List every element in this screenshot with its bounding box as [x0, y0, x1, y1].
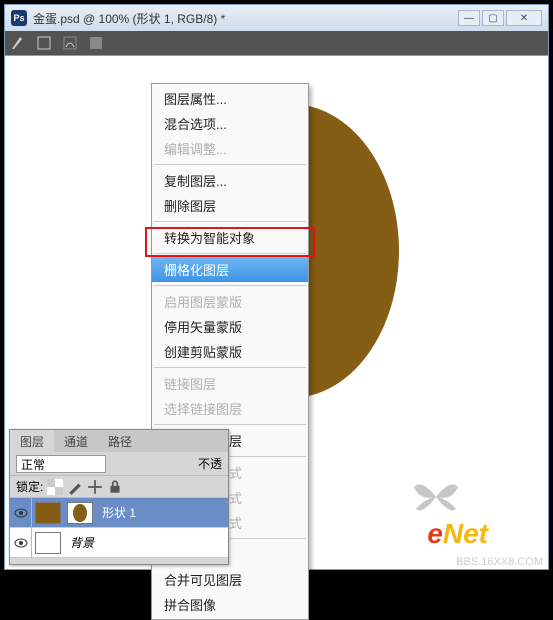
layer-name: 形状 1 [102, 504, 136, 521]
tab-paths[interactable]: 路径 [98, 430, 142, 452]
menu-rasterize-layer[interactable]: 栅格化图层 [152, 257, 308, 282]
menu-create-clipping-mask[interactable]: 创建剪贴蒙版 [152, 339, 308, 364]
menu-separator [154, 285, 306, 286]
paths-icon[interactable] [61, 34, 79, 52]
menu-convert-smart-object[interactable]: 转换为智能对象 [152, 225, 308, 250]
site-watermark: BBS.16XX8.COM [456, 556, 543, 568]
layer-thumb [35, 532, 61, 554]
menu-enable-layer-mask: 启用图层蒙版 [152, 289, 308, 314]
lock-position-icon[interactable] [87, 479, 103, 495]
layer-mask-thumb [67, 502, 93, 524]
visibility-icon[interactable] [10, 498, 32, 528]
lock-all-icon[interactable] [107, 479, 123, 495]
menu-separator [154, 367, 306, 368]
pen-tool-icon[interactable] [9, 34, 27, 52]
layer-color-thumb [35, 502, 61, 524]
menu-disable-vector-mask[interactable]: 停用矢量蒙版 [152, 314, 308, 339]
minimize-button[interactable]: — [458, 10, 480, 26]
lock-paint-icon[interactable] [67, 479, 83, 495]
close-button[interactable]: ✕ [506, 10, 542, 26]
fill-pixels-icon[interactable] [87, 34, 105, 52]
app-icon: Ps [11, 10, 27, 26]
menu-separator [154, 164, 306, 165]
blend-row: 正常 不透 [10, 452, 228, 476]
lock-label: 锁定: [16, 478, 43, 495]
menu-merge-visible[interactable]: 合并可见图层 [152, 567, 308, 592]
menu-separator [154, 221, 306, 222]
menu-select-linked: 选择链接图层 [152, 396, 308, 421]
maximize-button[interactable]: ▢ [482, 10, 504, 26]
options-bar [5, 31, 548, 55]
titlebar: Ps 金蛋.psd @ 100% (形状 1, RGB/8) * — ▢ ✕ [5, 5, 548, 31]
tab-layers[interactable]: 图层 [10, 430, 54, 452]
menu-layer-properties[interactable]: 图层属性... [152, 86, 308, 111]
layers-panel: 图层 通道 路径 正常 不透 锁定: 形状 1 背景 [9, 429, 229, 565]
app-window: Ps 金蛋.psd @ 100% (形状 1, RGB/8) * — ▢ ✕ e… [4, 4, 549, 570]
menu-edit-adjustment: 编辑调整... [152, 136, 308, 161]
menu-link-layers: 链接图层 [152, 371, 308, 396]
panel-tabs: 图层 通道 路径 [10, 430, 228, 452]
blend-mode-select[interactable]: 正常 [16, 455, 106, 473]
menu-delete-layer[interactable]: 删除图层 [152, 193, 308, 218]
lock-transparency-icon[interactable] [47, 479, 63, 495]
menu-separator [154, 424, 306, 425]
butterfly-watermark [412, 479, 460, 515]
layer-name: 背景 [70, 534, 94, 551]
menu-flatten-image[interactable]: 拼合图像 [152, 592, 308, 617]
layer-row-shape1[interactable]: 形状 1 [10, 498, 228, 528]
menu-duplicate-layer[interactable]: 复制图层... [152, 168, 308, 193]
enet-logo: eNet [427, 518, 488, 551]
visibility-icon[interactable] [10, 528, 32, 558]
layer-row-background[interactable]: 背景 [10, 528, 228, 558]
menu-separator [154, 253, 306, 254]
window-title: 金蛋.psd @ 100% (形状 1, RGB/8) * [33, 10, 225, 27]
shape-layers-icon[interactable] [35, 34, 53, 52]
menu-blending-options[interactable]: 混合选项... [152, 111, 308, 136]
lock-row: 锁定: [10, 476, 228, 498]
tab-channels[interactable]: 通道 [54, 430, 98, 452]
opacity-label: 不透 [198, 455, 222, 472]
